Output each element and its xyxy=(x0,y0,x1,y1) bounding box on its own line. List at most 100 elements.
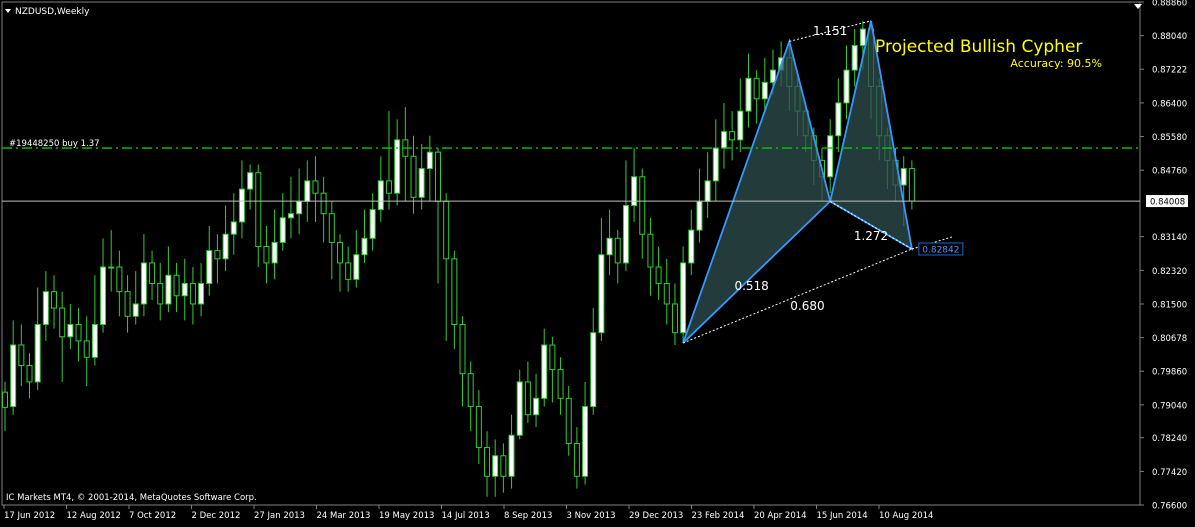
candle-body-bear xyxy=(475,406,482,449)
candle-body-bull xyxy=(222,233,229,260)
candle-body-bull xyxy=(688,229,695,264)
current-price-label: 0.84008 xyxy=(1150,198,1185,208)
candle-body-bear xyxy=(263,246,270,264)
candle-body-bull xyxy=(492,455,499,477)
ratio-bd-label: 1.272 xyxy=(854,229,888,243)
candle-body-bull xyxy=(279,217,286,243)
candle-body-bear xyxy=(410,155,417,198)
y-tick-label: 0.81500 xyxy=(1152,300,1187,310)
candle-body-bear xyxy=(524,381,531,416)
candle-body-bear xyxy=(435,151,442,202)
candle-body-bear xyxy=(124,291,131,317)
candle-body-bull xyxy=(165,274,172,305)
candle-body-bull xyxy=(508,434,515,477)
candle-body-bear xyxy=(484,447,491,477)
candle-body-bull xyxy=(91,323,98,358)
candle-body-bull xyxy=(835,102,842,137)
candle-body-bear xyxy=(753,77,760,100)
candle-body-bear xyxy=(451,258,458,325)
candle-body-bull xyxy=(304,180,311,202)
candle-body-bull xyxy=(516,381,523,436)
candle-body-bear xyxy=(320,192,327,215)
target-price-box: 0.82842 xyxy=(918,242,964,256)
candle-body-bull xyxy=(704,180,711,202)
candle-body-bear xyxy=(51,291,58,309)
candle-body-bull xyxy=(198,282,205,305)
candle-body-bull xyxy=(377,180,384,211)
symbol-label: NZDUSD,Weekly xyxy=(15,7,90,17)
y-tick-label: 0.83140 xyxy=(1152,233,1187,243)
x-tick-label: 3 Nov 2013 xyxy=(567,511,616,521)
candle-body-bear xyxy=(26,365,33,383)
chart-window[interactable]: 0.518 1.151 1.272 0.680 0.82842 0.88860 0.880… xyxy=(0,0,1195,523)
candle-body-bear xyxy=(557,369,564,399)
y-tick-label: 0.79860 xyxy=(1152,368,1187,378)
price-chart[interactable]: 0.518 1.151 1.272 0.680 0.82842 0.88860 0.880… xyxy=(0,0,1195,523)
y-tick-label: 0.77420 xyxy=(1152,468,1187,478)
candle-body-bull xyxy=(10,344,17,408)
x-tick-label: 12 Aug 2012 xyxy=(67,511,121,521)
candle-body-bear xyxy=(639,176,646,235)
candle-body-bull xyxy=(238,188,245,223)
candle-body-bull xyxy=(206,250,213,284)
candle-body-bear xyxy=(385,180,392,194)
x-tick-label: 10 Aug 2014 xyxy=(879,511,933,521)
candle-body-bear xyxy=(328,213,335,243)
y-tick-label: 0.80678 xyxy=(1152,334,1187,344)
candle-body-bull xyxy=(181,282,188,297)
candle-body-bear xyxy=(345,262,352,280)
candle-body-bear xyxy=(83,340,90,358)
y-tick-label: 0.79040 xyxy=(1152,401,1187,411)
accuracy-label: Accuracy: 90.5% xyxy=(1010,57,1102,70)
candle-body-bull xyxy=(598,254,605,334)
candle-body-bear xyxy=(189,282,196,305)
candle-body-bull xyxy=(590,332,597,408)
y-tick-label: 0.88040 xyxy=(1152,32,1187,42)
candle-body-bear xyxy=(18,344,25,367)
copyright-text: IC Markets MT4, © 2001-2014, MetaQuotes … xyxy=(6,493,257,503)
candle-body-bull xyxy=(271,241,278,264)
candle-body-bull xyxy=(533,397,540,416)
y-tick-label: 0.76600 xyxy=(1152,502,1187,512)
candle-body-bull xyxy=(745,77,752,112)
x-tick-label: 24 Mar 2013 xyxy=(317,511,371,521)
candle-body-bull xyxy=(361,237,368,256)
y-tick-label: 0.88860 xyxy=(1152,0,1187,9)
x-tick-label: 2 Dec 2012 xyxy=(192,511,241,521)
candle-body-bull xyxy=(132,303,139,317)
x-tick-label: 20 Apr 2014 xyxy=(754,511,807,521)
ratio-xb-label: 0.518 xyxy=(734,279,768,293)
candle-body-bear xyxy=(671,303,678,334)
candle-body-bull xyxy=(541,344,548,399)
x-tick-label: 15 Jun 2014 xyxy=(817,511,868,521)
y-tick-label: 0.85580 xyxy=(1152,133,1187,143)
candle-body-bear xyxy=(59,307,66,338)
candle-body-bull xyxy=(827,135,834,178)
candle-body-bull xyxy=(851,44,858,71)
candle-body-bull xyxy=(843,69,850,104)
ratio-xd-label: 0.680 xyxy=(790,299,824,313)
chart-title: Projected Bullish Cypher xyxy=(875,37,1082,57)
x-tick-label: 29 Dec 2013 xyxy=(629,511,683,521)
candle-body-bull xyxy=(353,254,360,280)
x-tick-label: 23 Feb 2014 xyxy=(692,511,745,521)
y-tick-label: 0.86400 xyxy=(1152,99,1187,109)
candle-body-bull xyxy=(100,266,107,325)
candle-body-bear xyxy=(255,172,262,248)
order-line-label: #19448250 buy 1.37 xyxy=(9,139,100,149)
y-tick-label: 0.84760 xyxy=(1152,167,1187,177)
candle-body-bear xyxy=(214,250,221,260)
candle-body-bear xyxy=(149,262,156,284)
candle-body-bear xyxy=(116,266,123,293)
candle-body-bull xyxy=(761,81,768,100)
candle-body-bear xyxy=(157,282,164,305)
candle-body-bull xyxy=(712,147,719,182)
candle-body-bear xyxy=(908,168,915,202)
y-tick-label: 0.87222 xyxy=(1152,66,1187,76)
chart-background xyxy=(0,0,1195,523)
candle-body-bull xyxy=(696,200,703,231)
target-price-label: 0.82842 xyxy=(922,245,959,255)
candle-body-bear xyxy=(614,237,621,264)
candle-body-bull xyxy=(418,168,425,198)
candle-body-bear xyxy=(2,391,8,408)
